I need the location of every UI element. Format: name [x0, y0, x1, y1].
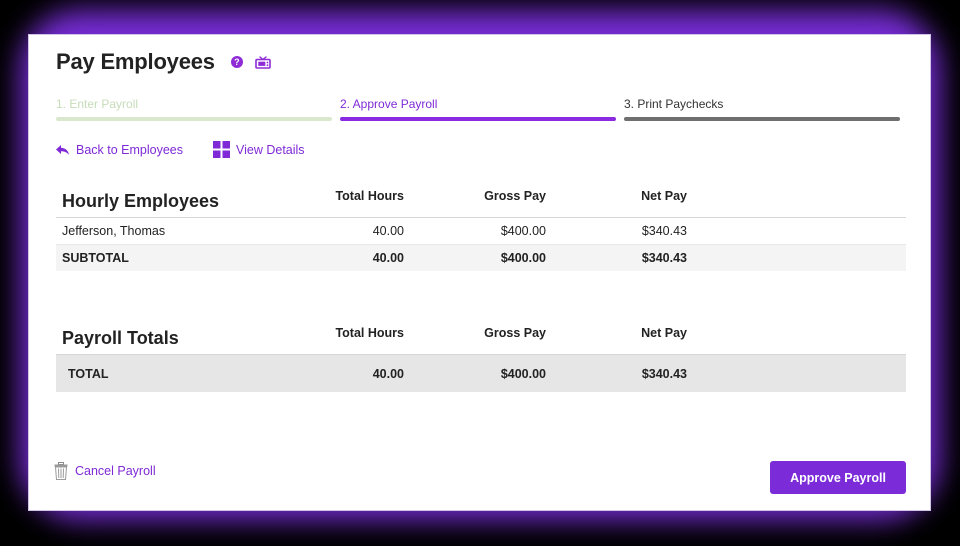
cancel-payroll-label: Cancel Payroll: [75, 464, 156, 478]
column-header-net-pay: Net Pay: [641, 189, 687, 203]
table-header: Payroll Totals Total Hours Gross Pay Net…: [56, 322, 906, 355]
column-header-gross-pay: Gross Pay: [484, 189, 546, 203]
step-label: 3. Print Paychecks: [624, 97, 724, 111]
payroll-dialog: Pay Employees ? 1. Enter Payroll 2. Appr…: [28, 34, 931, 511]
page-title: Pay Employees: [56, 49, 215, 74]
section-title: Hourly Employees: [62, 191, 220, 211]
back-to-employees-link[interactable]: Back to Employees: [55, 143, 183, 157]
view-details-label: View Details: [236, 142, 305, 157]
view-details-link[interactable]: View Details: [213, 141, 305, 158]
table-header: Hourly Employees Total Hours Gross Pay N…: [56, 185, 906, 218]
subtotal-row: SUBTOTAL 40.00 $400.00 $340.43: [56, 245, 906, 271]
employee-name: Jefferson, Thomas: [62, 224, 166, 238]
grid-icon: [213, 141, 230, 158]
payroll-totals-table: Payroll Totals Total Hours Gross Pay Net…: [56, 322, 906, 392]
column-header-net-pay: Net Pay: [641, 326, 687, 340]
step-bar: [624, 117, 900, 121]
subtotal-gross-pay: $400.00: [500, 251, 546, 265]
approve-payroll-button[interactable]: Approve Payroll: [770, 461, 906, 494]
reply-arrow-icon: [56, 144, 69, 155]
back-to-employees-label: Back to Employees: [76, 142, 183, 157]
help-icon[interactable]: ?: [230, 56, 243, 68]
step-approve-payroll[interactable]: 2. Approve Payroll: [340, 97, 616, 121]
step-enter-payroll[interactable]: 1. Enter Payroll: [56, 97, 332, 121]
total-label: TOTAL: [68, 366, 109, 381]
step-label: 1. Enter Payroll: [56, 97, 139, 111]
total-hours-cell: 40.00: [372, 224, 404, 238]
step-bar: [340, 117, 616, 121]
hourly-employees-table: Hourly Employees Total Hours Gross Pay N…: [56, 185, 906, 271]
progress-steps: 1. Enter Payroll 2. Approve Payroll 3. P…: [56, 97, 900, 121]
subtotal-net-pay: $340.43: [641, 251, 687, 265]
step-label: 2. Approve Payroll: [340, 97, 438, 111]
action-links: Back to Employees View Details: [55, 141, 305, 158]
total-hours: 40.00: [372, 366, 404, 381]
total-row: TOTAL 40.00 $400.00 $340.43: [56, 355, 906, 392]
subtotal-label: SUBTOTAL: [62, 251, 129, 265]
step-bar: [56, 117, 332, 121]
table-row[interactable]: Jefferson, Thomas 40.00 $400.00 $340.43: [56, 218, 906, 245]
subtotal-hours: 40.00: [372, 251, 404, 265]
net-pay-cell: $340.43: [641, 224, 687, 238]
trash-icon: [54, 462, 68, 480]
total-gross-pay: $400.00: [500, 366, 546, 381]
total-net-pay: $340.43: [641, 366, 687, 381]
gross-pay-cell: $400.00: [500, 224, 546, 238]
column-header-total-hours: Total Hours: [335, 189, 404, 203]
step-print-paychecks[interactable]: 3. Print Paychecks: [624, 97, 900, 121]
cancel-payroll-link[interactable]: Cancel Payroll: [54, 462, 156, 480]
column-header-total-hours: Total Hours: [335, 326, 404, 340]
title-row: Pay Employees ?: [56, 49, 271, 75]
video-icon[interactable]: [255, 55, 271, 69]
section-title: Payroll Totals: [62, 328, 179, 348]
column-header-gross-pay: Gross Pay: [484, 326, 546, 340]
